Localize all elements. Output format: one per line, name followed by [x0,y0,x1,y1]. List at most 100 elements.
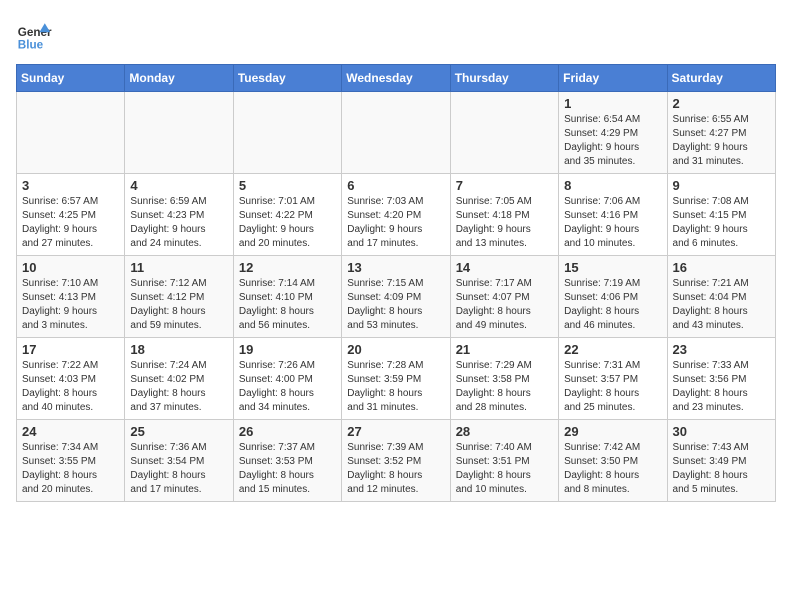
day-info: Sunrise: 7:33 AM Sunset: 3:56 PM Dayligh… [673,359,770,415]
page-header: General Blue [16,16,776,52]
column-header-tuesday: Tuesday [233,65,341,92]
day-info: Sunrise: 7:37 AM Sunset: 3:53 PM Dayligh… [239,441,336,497]
logo-icon: General Blue [16,16,52,52]
calendar-week-row: 3 Sunrise: 6:57 AM Sunset: 4:25 PM Daylig… [17,174,776,256]
calendar-cell: 13 Sunrise: 7:15 AM Sunset: 4:09 PM Dayli… [342,256,450,338]
day-info: Sunrise: 7:05 AM Sunset: 4:18 PM Dayligh… [456,195,553,251]
day-info: Sunrise: 7:19 AM Sunset: 4:06 PM Dayligh… [564,277,661,333]
calendar-week-row: 17 Sunrise: 7:22 AM Sunset: 4:03 PM Dayli… [17,338,776,420]
day-info: Sunrise: 7:31 AM Sunset: 3:57 PM Dayligh… [564,359,661,415]
calendar-cell: 27Sunrise: 7:39 AM Sunset: 3:52 PM Dayli… [342,420,450,502]
calendar-week-row: 10 Sunrise: 7:10 AM Sunset: 4:13 PM Dayli… [17,256,776,338]
day-info: Sunrise: 7:21 AM Sunset: 4:04 PM Dayligh… [673,277,770,333]
day-info: Sunrise: 7:06 AM Sunset: 4:16 PM Dayligh… [564,195,661,251]
calendar-cell [233,92,341,174]
calendar-cell: 18Sunrise: 7:24 AM Sunset: 4:02 PM Dayli… [125,338,233,420]
calendar-cell: 5 Sunrise: 7:01 AM Sunset: 4:22 PM Daylig… [233,174,341,256]
calendar-cell: 28 Sunrise: 7:40 AM Sunset: 3:51 PM Dayli… [450,420,558,502]
day-info: Sunrise: 6:57 AM Sunset: 4:25 PM Dayligh… [22,195,119,251]
day-number: 28 [456,424,553,439]
logo: General Blue [16,16,52,52]
day-number: 17 [22,342,119,357]
calendar-cell: 3 Sunrise: 6:57 AM Sunset: 4:25 PM Daylig… [17,174,125,256]
calendar-cell: 12 Sunrise: 7:14 AM Sunset: 4:10 PM Dayli… [233,256,341,338]
calendar-table: SundayMondayTuesdayWednesdayThursdayFrid… [16,64,776,502]
calendar-week-row: 24 Sunrise: 7:34 AM Sunset: 3:55 PM Dayli… [17,420,776,502]
day-number: 21 [456,342,553,357]
day-number: 14 [456,260,553,275]
day-info: Sunrise: 7:14 AM Sunset: 4:10 PM Dayligh… [239,277,336,333]
calendar-cell: 7Sunrise: 7:05 AM Sunset: 4:18 PM Daylig… [450,174,558,256]
calendar-cell: 17 Sunrise: 7:22 AM Sunset: 4:03 PM Dayli… [17,338,125,420]
calendar-cell: 11 Sunrise: 7:12 AM Sunset: 4:12 PM Dayli… [125,256,233,338]
calendar-cell: 2 Sunrise: 6:55 AM Sunset: 4:27 PM Daylig… [667,92,775,174]
day-number: 12 [239,260,336,275]
calendar-cell: 29 Sunrise: 7:42 AM Sunset: 3:50 PM Dayli… [559,420,667,502]
calendar-cell [342,92,450,174]
day-info: Sunrise: 7:10 AM Sunset: 4:13 PM Dayligh… [22,277,119,333]
day-info: Sunrise: 7:08 AM Sunset: 4:15 PM Dayligh… [673,195,770,251]
calendar-week-row: 1Sunrise: 6:54 AM Sunset: 4:29 PM Daylig… [17,92,776,174]
calendar-cell: 1Sunrise: 6:54 AM Sunset: 4:29 PM Daylig… [559,92,667,174]
day-number: 16 [673,260,770,275]
day-number: 30 [673,424,770,439]
day-number: 19 [239,342,336,357]
day-info: Sunrise: 7:29 AM Sunset: 3:58 PM Dayligh… [456,359,553,415]
day-number: 29 [564,424,661,439]
day-number: 20 [347,342,444,357]
day-number: 24 [22,424,119,439]
calendar-cell [450,92,558,174]
day-number: 10 [22,260,119,275]
day-info: Sunrise: 7:17 AM Sunset: 4:07 PM Dayligh… [456,277,553,333]
day-info: Sunrise: 7:42 AM Sunset: 3:50 PM Dayligh… [564,441,661,497]
day-info: Sunrise: 6:54 AM Sunset: 4:29 PM Dayligh… [564,113,661,169]
calendar-cell: 21 Sunrise: 7:29 AM Sunset: 3:58 PM Dayli… [450,338,558,420]
calendar-cell: 9 Sunrise: 7:08 AM Sunset: 4:15 PM Daylig… [667,174,775,256]
day-info: Sunrise: 7:15 AM Sunset: 4:09 PM Dayligh… [347,277,444,333]
calendar-cell: 16 Sunrise: 7:21 AM Sunset: 4:04 PM Dayli… [667,256,775,338]
calendar-cell: 4 Sunrise: 6:59 AM Sunset: 4:23 PM Daylig… [125,174,233,256]
calendar-header-row: SundayMondayTuesdayWednesdayThursdayFrid… [17,65,776,92]
day-number: 11 [130,260,227,275]
column-header-thursday: Thursday [450,65,558,92]
day-number: 3 [22,178,119,193]
calendar-cell: 25Sunrise: 7:36 AM Sunset: 3:54 PM Dayli… [125,420,233,502]
day-number: 13 [347,260,444,275]
day-info: Sunrise: 7:28 AM Sunset: 3:59 PM Dayligh… [347,359,444,415]
day-number: 6 [347,178,444,193]
day-info: Sunrise: 7:26 AM Sunset: 4:00 PM Dayligh… [239,359,336,415]
day-number: 22 [564,342,661,357]
svg-text:Blue: Blue [18,38,44,51]
calendar-cell: 15 Sunrise: 7:19 AM Sunset: 4:06 PM Dayli… [559,256,667,338]
column-header-sunday: Sunday [17,65,125,92]
day-info: Sunrise: 6:59 AM Sunset: 4:23 PM Dayligh… [130,195,227,251]
day-info: Sunrise: 7:43 AM Sunset: 3:49 PM Dayligh… [673,441,770,497]
calendar-cell: 23 Sunrise: 7:33 AM Sunset: 3:56 PM Dayli… [667,338,775,420]
day-info: Sunrise: 7:24 AM Sunset: 4:02 PM Dayligh… [130,359,227,415]
day-number: 23 [673,342,770,357]
calendar-cell: 14 Sunrise: 7:17 AM Sunset: 4:07 PM Dayli… [450,256,558,338]
calendar-cell: 22 Sunrise: 7:31 AM Sunset: 3:57 PM Dayli… [559,338,667,420]
day-number: 8 [564,178,661,193]
day-number: 15 [564,260,661,275]
calendar-cell: 6Sunrise: 7:03 AM Sunset: 4:20 PM Daylig… [342,174,450,256]
day-number: 26 [239,424,336,439]
day-number: 5 [239,178,336,193]
day-number: 9 [673,178,770,193]
column-header-monday: Monday [125,65,233,92]
day-number: 27 [347,424,444,439]
column-header-friday: Friday [559,65,667,92]
day-number: 2 [673,96,770,111]
day-info: Sunrise: 7:40 AM Sunset: 3:51 PM Dayligh… [456,441,553,497]
calendar-cell: 30 Sunrise: 7:43 AM Sunset: 3:49 PM Dayli… [667,420,775,502]
day-info: Sunrise: 7:34 AM Sunset: 3:55 PM Dayligh… [22,441,119,497]
calendar-cell: 8 Sunrise: 7:06 AM Sunset: 4:16 PM Daylig… [559,174,667,256]
day-info: Sunrise: 7:01 AM Sunset: 4:22 PM Dayligh… [239,195,336,251]
day-info: Sunrise: 7:12 AM Sunset: 4:12 PM Dayligh… [130,277,227,333]
day-number: 4 [130,178,227,193]
calendar-cell: 10 Sunrise: 7:10 AM Sunset: 4:13 PM Dayli… [17,256,125,338]
calendar-cell [125,92,233,174]
calendar-cell [17,92,125,174]
day-info: Sunrise: 7:22 AM Sunset: 4:03 PM Dayligh… [22,359,119,415]
day-info: Sunrise: 6:55 AM Sunset: 4:27 PM Dayligh… [673,113,770,169]
